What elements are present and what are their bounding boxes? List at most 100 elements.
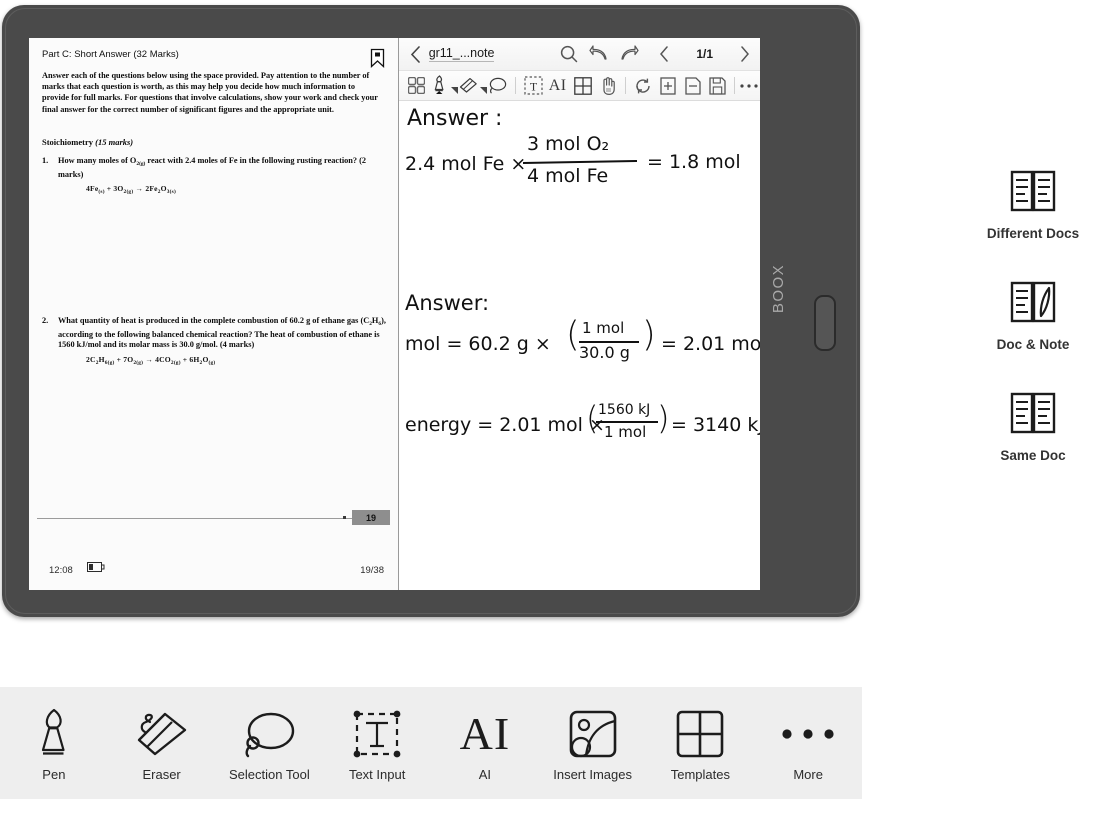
clock: 12:08 — [49, 564, 73, 576]
bottom-tool-templates[interactable]: Templates — [648, 705, 753, 782]
bottom-toolbar: Pen Eraser Selection Tool Text Input AI … — [0, 687, 862, 799]
save-icon[interactable] — [705, 76, 730, 95]
question-2-number: 2. — [42, 316, 49, 325]
note-page-indicator: 1/1 — [696, 47, 713, 61]
question-1-number: 1. — [42, 156, 49, 165]
ai-icon[interactable]: AI — [545, 77, 571, 95]
document-instructions: Answer each of the questions below using… — [42, 71, 378, 114]
bookmark-icon[interactable] — [370, 48, 385, 68]
back-icon[interactable] — [403, 45, 429, 63]
hand-icon[interactable] — [596, 76, 621, 95]
search-icon[interactable] — [554, 45, 584, 63]
handwriting-answer1-line: 2.4 mol Fe × — [405, 153, 527, 175]
bottom-tool-ai-label: AI — [478, 766, 492, 782]
note-pane[interactable]: gr11_...note 1/1 T AI Answer: 2.4 mol F… — [398, 38, 760, 590]
document-page: Part C: Short Answer (32 Marks) Answer e… — [34, 43, 391, 553]
page-count: 19/38 — [360, 564, 384, 576]
add-page-icon[interactable] — [656, 76, 681, 95]
bottom-tool-more-label: More — [793, 766, 823, 782]
eraser-icon[interactable] — [458, 77, 479, 94]
handwriting-answer3-denominator: 1 mol — [604, 423, 647, 441]
handwriting-answer1-numerator: 3 mol O₂ — [527, 133, 610, 155]
remove-page-icon[interactable] — [680, 76, 705, 95]
paren-open-1: ( — [566, 315, 580, 355]
question-2: 2. What quantity of heat is produced in … — [42, 316, 387, 366]
document-pane[interactable]: Part C: Short Answer (32 Marks) Answer e… — [29, 38, 398, 590]
boox-device: BOOX Part C: Short Answer (32 Marks) Ans… — [2, 5, 860, 617]
grid-icon[interactable] — [405, 77, 428, 94]
selection-tool-icon — [242, 705, 296, 763]
insert-images-icon — [568, 705, 618, 763]
note-header: gr11_...note 1/1 — [399, 38, 760, 71]
mode-different-docs[interactable]: Different Docs — [960, 170, 1106, 241]
mode-doc-and-note[interactable]: Doc & Note — [960, 281, 1106, 352]
device-screen: Part C: Short Answer (32 Marks) Answer e… — [29, 38, 760, 590]
handwriting-answer3-numerator: 1560 kJ — [598, 402, 651, 418]
redo-icon[interactable] — [614, 45, 644, 63]
bottom-tool-eraser[interactable]: Eraser — [109, 705, 214, 782]
eraser-icon — [135, 705, 189, 763]
doc-and-note-icon — [1010, 281, 1056, 328]
more-icon — [780, 705, 836, 763]
paren-close-2: ) — [657, 399, 670, 437]
bottom-tool-text-input[interactable]: Text Input — [325, 705, 430, 782]
section-marks: (15 marks) — [95, 137, 134, 147]
different-docs-icon — [1010, 170, 1056, 217]
battery-icon — [87, 562, 105, 575]
bottom-tool-selection[interactable]: Selection Tool — [217, 705, 322, 782]
templates-icon — [675, 705, 725, 763]
mode-same-doc[interactable]: Same Doc — [960, 392, 1106, 463]
ai-icon: AI — [459, 708, 511, 759]
section-heading: Stoichiometry — [42, 137, 93, 147]
bottom-tool-more[interactable]: More — [756, 705, 861, 782]
bottom-tool-insert-images-label: Insert Images — [553, 766, 632, 782]
prev-page-icon[interactable] — [649, 46, 679, 62]
handwriting-answer2-result: = 2.01 mol — [661, 333, 760, 355]
handwriting-answer2-label: Answer: — [405, 291, 490, 315]
handwriting-answer1-denominator: 4 mol Fe — [527, 165, 609, 187]
eraser-dropdown-icon[interactable] — [480, 77, 488, 94]
toolbar-divider — [514, 77, 516, 94]
page-chip[interactable]: 19 — [352, 510, 390, 525]
bottom-tool-eraser-label: Eraser — [142, 766, 181, 782]
paren-open-2: ( — [586, 399, 599, 437]
bottom-tool-templates-label: Templates — [670, 766, 730, 782]
handwriting-answer1-label: Answer : — [407, 106, 503, 131]
paren-close-1: ) — [642, 315, 656, 355]
pen-dropdown-icon[interactable] — [451, 77, 459, 94]
pen-icon — [37, 705, 71, 763]
pen-icon[interactable] — [428, 74, 451, 97]
handwriting-answer3-line: energy = 2.01 mol × — [405, 414, 605, 436]
bottom-tool-text-input-label: Text Input — [348, 766, 406, 782]
note-title[interactable]: gr11_...note — [428, 46, 495, 62]
note-toolbar: T AI — [399, 71, 760, 101]
refresh-icon[interactable] — [631, 77, 656, 95]
lasso-select-icon[interactable] — [487, 77, 508, 94]
question-1-text: How many moles of O2(g) react with 2.4 m… — [58, 156, 367, 179]
toolbar-divider-2 — [625, 77, 627, 94]
section-heading-row: Stoichiometry (15 marks) — [42, 137, 133, 147]
text-input-icon[interactable]: T — [521, 76, 544, 95]
mode-doc-and-note-label: Doc & Note — [996, 337, 1070, 352]
bottom-tool-insert-images[interactable]: Insert Images — [540, 705, 645, 782]
question-1-equation: 4Fe(s) + 3O2(g) → 2Fe2O3(s) — [86, 184, 176, 196]
bottom-tool-pen[interactable]: Pen — [1, 705, 106, 782]
same-doc-icon — [1010, 392, 1056, 439]
templates-icon[interactable] — [571, 76, 596, 95]
document-status-bar: 12:08 19/38 — [29, 550, 398, 590]
more-icon[interactable] — [739, 83, 760, 89]
bottom-tool-pen-label: Pen — [42, 766, 66, 782]
handwriting-answer3-result: = 3140 kJ — [671, 414, 760, 436]
svg-text:T: T — [529, 80, 537, 94]
bottom-tool-ai[interactable]: AI AI — [432, 705, 537, 782]
question-2-equation: 2C2H6(g) + 7O2(g) → 4CO2(g) + 6H2O(g) — [86, 354, 216, 366]
power-button[interactable] — [814, 295, 836, 351]
note-canvas[interactable]: Answer : 2.4 mol Fe × 3 mol O₂ 4 mol Fe … — [399, 101, 760, 590]
undo-icon[interactable] — [584, 45, 614, 63]
question-2-text: What quantity of heat is produced in the… — [58, 316, 386, 350]
reading-progress-bar[interactable] — [37, 518, 382, 519]
next-page-icon[interactable] — [730, 46, 760, 62]
bottom-tool-selection-label: Selection Tool — [229, 766, 310, 782]
mode-different-docs-label: Different Docs — [986, 226, 1080, 241]
progress-marker — [343, 516, 346, 519]
